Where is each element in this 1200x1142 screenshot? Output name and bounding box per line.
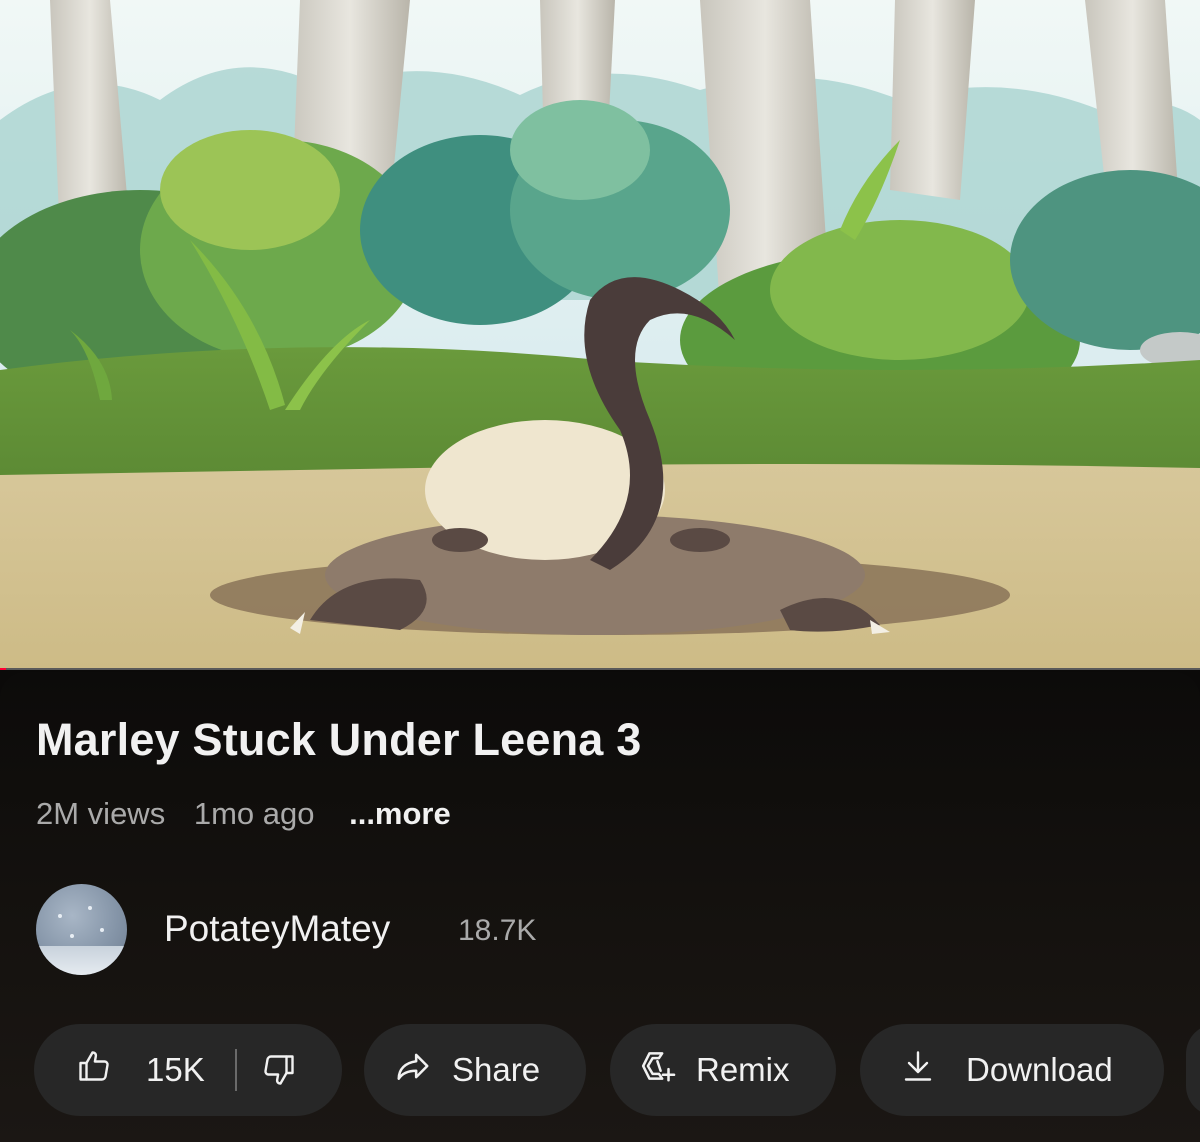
view-count: 2M views [36,796,166,831]
channel-name[interactable]: PotateyMatey [164,908,390,950]
video-frame [0,0,1200,670]
share-label: Share [452,1051,541,1088]
like-count[interactable]: 15K [146,1051,205,1089]
more-actions-button[interactable] [1186,1024,1200,1116]
more-link[interactable]: ...more [349,796,451,831]
remix-button[interactable]: Remix [610,1024,836,1116]
download-label: Download [966,1051,1113,1088]
thumbs-down-icon[interactable] [261,1052,297,1088]
progress-fill [0,668,6,670]
subscriber-count: 18.7K [458,914,537,947]
video-player[interactable] [0,0,1200,670]
download-icon [900,1048,936,1092]
download-button[interactable]: Download [860,1024,1164,1116]
video-watch-page: Marley Stuck Under Leena 3 2M views 1mo … [0,0,1200,1142]
like-dislike-group: 15K [34,1024,342,1116]
share-button[interactable]: Share [364,1024,586,1116]
remix-label: Remix [696,1051,790,1088]
like-divider [234,1049,237,1091]
thumbs-up-icon[interactable] [76,1048,112,1092]
upload-age: 1mo ago [193,796,315,831]
video-title: Marley Stuck Under Leena 3 [36,714,642,765]
share-arrow-icon [394,1047,432,1093]
channel-row[interactable]: PotateyMatey 18.7K [36,884,1136,976]
remix-icon [640,1047,678,1093]
video-meta[interactable]: 2M views 1mo ago ...more [36,796,471,832]
progress-bar[interactable] [0,668,1200,670]
video-info-panel: Marley Stuck Under Leena 3 2M views 1mo … [0,672,1200,1142]
channel-avatar[interactable] [36,884,127,975]
